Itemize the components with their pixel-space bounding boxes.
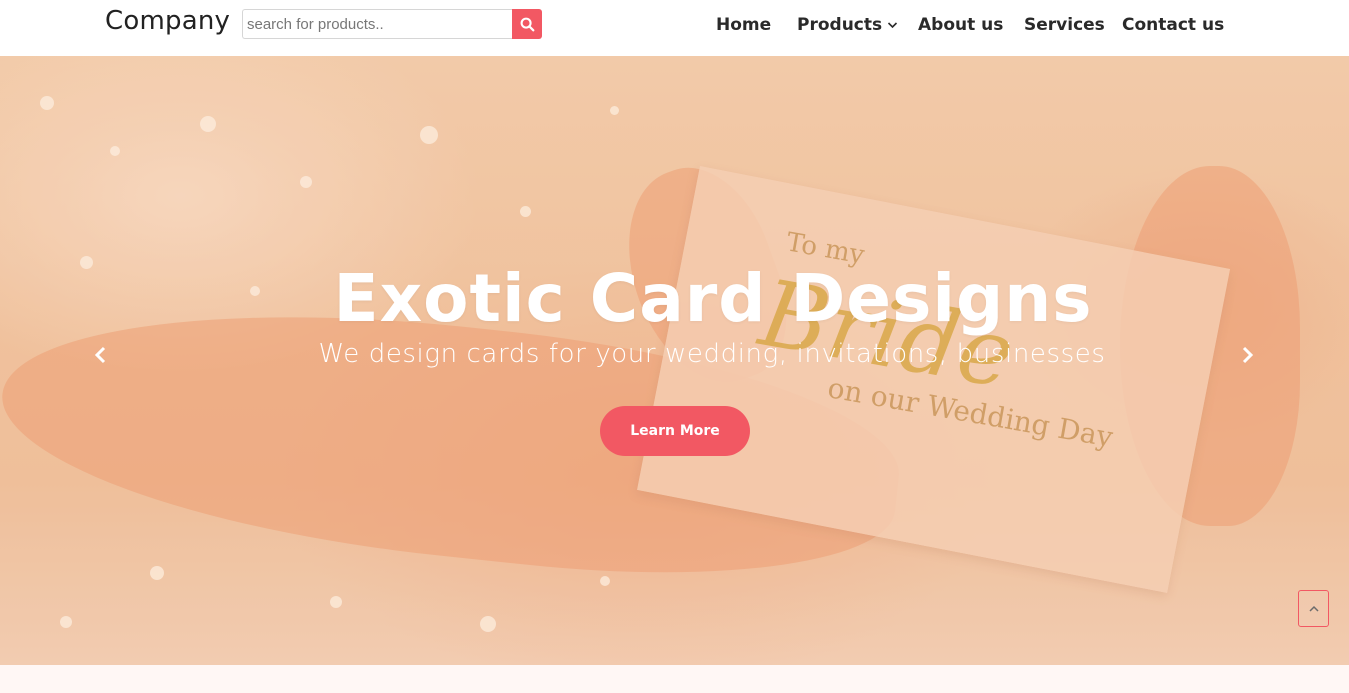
nav-products-label: Products <box>797 15 883 35</box>
site-header: Company Home Products About us Services … <box>0 0 1349 56</box>
nav-home-label: Home <box>716 15 772 35</box>
nav-about[interactable]: About us <box>918 15 1003 35</box>
chevron-right-icon <box>1239 346 1255 364</box>
nav-contact[interactable]: Contact us <box>1122 15 1224 35</box>
search-form <box>242 9 542 39</box>
chevron-up-icon <box>1308 605 1320 613</box>
nav-services-label: Services <box>1024 15 1105 35</box>
search-button[interactable] <box>512 9 542 39</box>
nav-products[interactable]: Products <box>797 15 898 35</box>
nav-contact-label: Contact us <box>1122 15 1225 35</box>
nav-services[interactable]: Services <box>1024 15 1105 35</box>
chevron-down-icon <box>887 21 898 29</box>
page-bottom-strip <box>0 665 1349 693</box>
search-input[interactable] <box>242 9 512 39</box>
search-icon <box>520 17 535 32</box>
carousel-prev-button[interactable] <box>89 343 113 367</box>
hero-subtitle: We design cards for your wedding, invita… <box>318 339 1106 369</box>
learn-more-button[interactable]: Learn More <box>600 406 750 456</box>
chevron-left-icon <box>93 346 109 364</box>
brand-logo[interactable]: Company <box>105 6 230 36</box>
nav-about-label: About us <box>918 15 1004 35</box>
scroll-to-top-button[interactable] <box>1298 590 1329 627</box>
carousel-next-button[interactable] <box>1235 343 1259 367</box>
hero-title: Exotic Card Designs <box>333 260 1093 337</box>
nav-home[interactable]: Home <box>716 15 771 35</box>
hero-carousel: To my Bride on our Wedding Day Exotic Ca… <box>0 56 1349 665</box>
